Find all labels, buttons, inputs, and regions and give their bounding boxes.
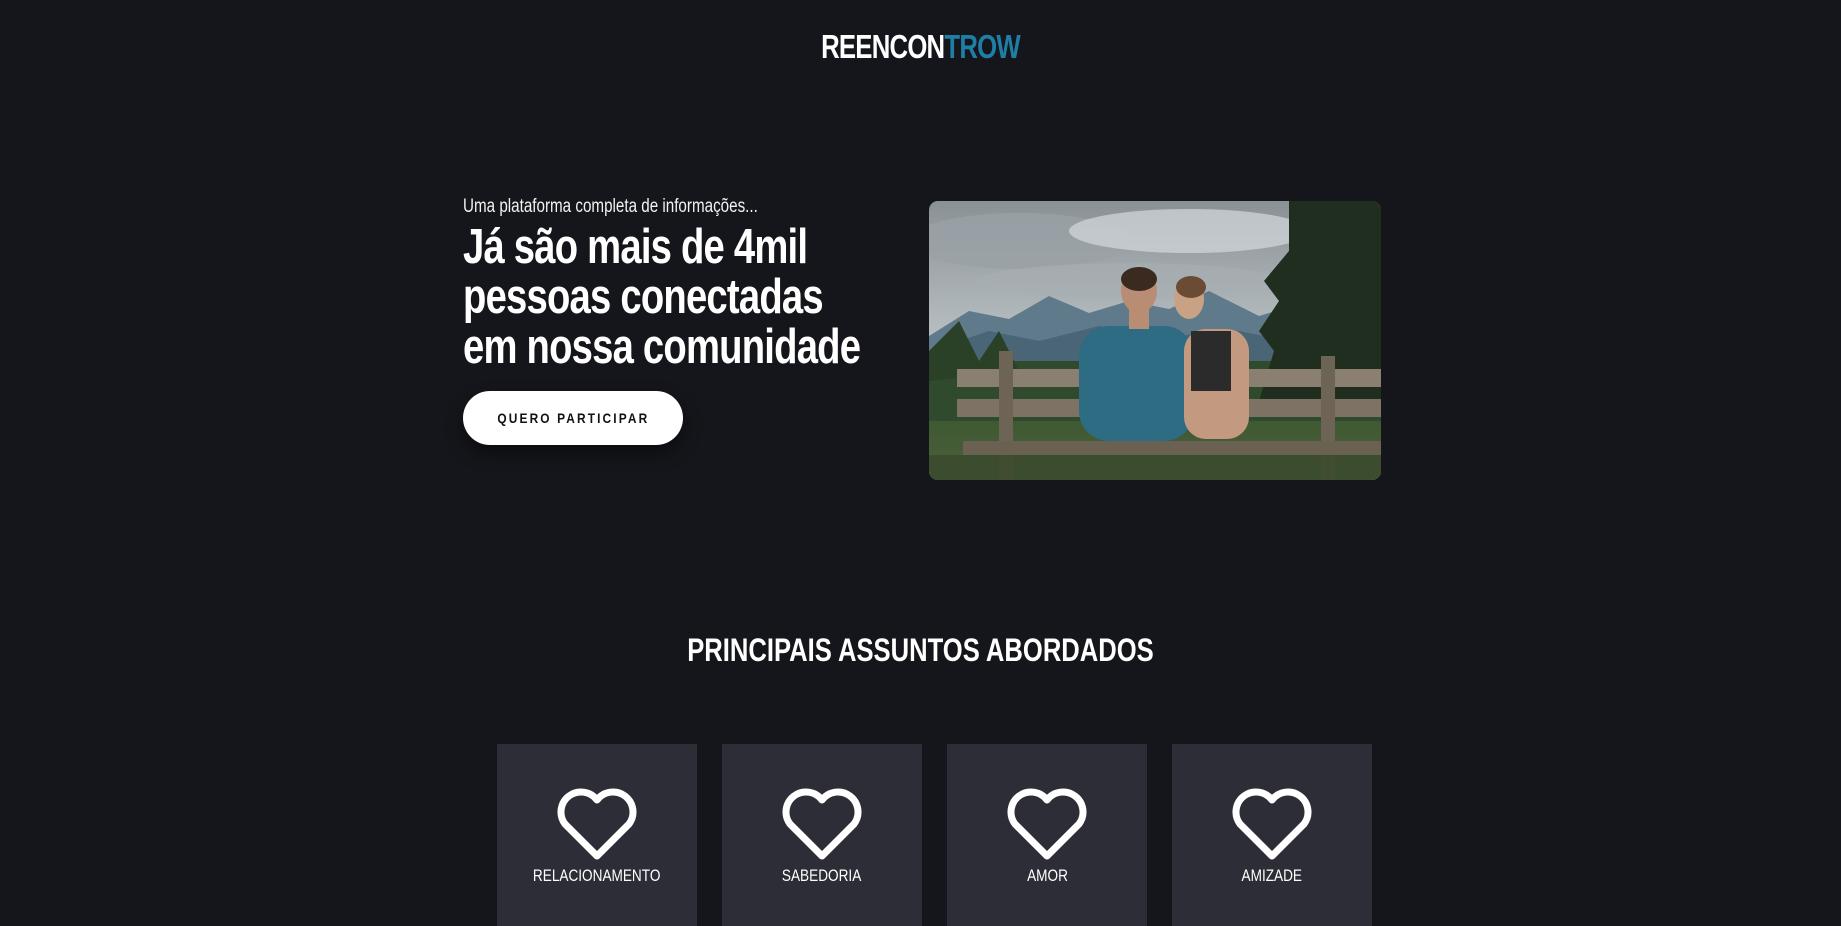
topic-label: AMIZADE <box>1241 866 1303 885</box>
logo-part-2: TROW <box>944 28 1020 65</box>
topic-label: AMOR <box>1026 866 1068 885</box>
hero-kicker: Uma plataforma completa de informações..… <box>463 196 758 217</box>
topic-label: RELACIONAMENTO <box>533 866 661 885</box>
heart-icon <box>1007 788 1087 860</box>
topic-card-amor[interactable]: AMOR <box>947 744 1147 926</box>
hero-headline: Já são mais de 4mil pessoas conectadas e… <box>463 222 869 372</box>
topic-card-sabedoria[interactable]: SABEDORIA <box>722 744 922 926</box>
headline-line-2: pessoas conectadas <box>463 270 824 324</box>
landing-page: REENCONTROW Uma plataforma completa de i… <box>0 0 1841 926</box>
hero-photo <box>929 201 1381 480</box>
topic-card-relacionamento[interactable]: RELACIONAMENTO <box>497 744 697 926</box>
topic-card-amizade[interactable]: AMIZADE <box>1172 744 1372 926</box>
join-button-label: QUERO PARTICIPAR <box>497 410 649 426</box>
heart-icon <box>1232 788 1312 860</box>
topic-cards: RELACIONAMENTO SABEDORIA AMOR AMIZADE <box>497 744 1372 926</box>
topics-title: PRINCIPAIS ASSUNTOS ABORDADOS <box>687 632 1154 668</box>
heart-icon <box>557 788 637 860</box>
couple-on-bench-photo <box>929 201 1381 480</box>
headline-line-3: em nossa comunidade <box>463 320 861 374</box>
logo-part-1: REENCON <box>821 28 945 65</box>
join-button[interactable]: QUERO PARTICIPAR <box>463 391 683 445</box>
heart-icon <box>782 788 862 860</box>
topic-label: SABEDORIA <box>782 866 862 885</box>
hero-text: Uma plataforma completa de informações..… <box>463 196 883 372</box>
headline-line-1: Já são mais de 4mil <box>463 220 808 274</box>
logo[interactable]: REENCONTROW <box>203 28 1639 66</box>
